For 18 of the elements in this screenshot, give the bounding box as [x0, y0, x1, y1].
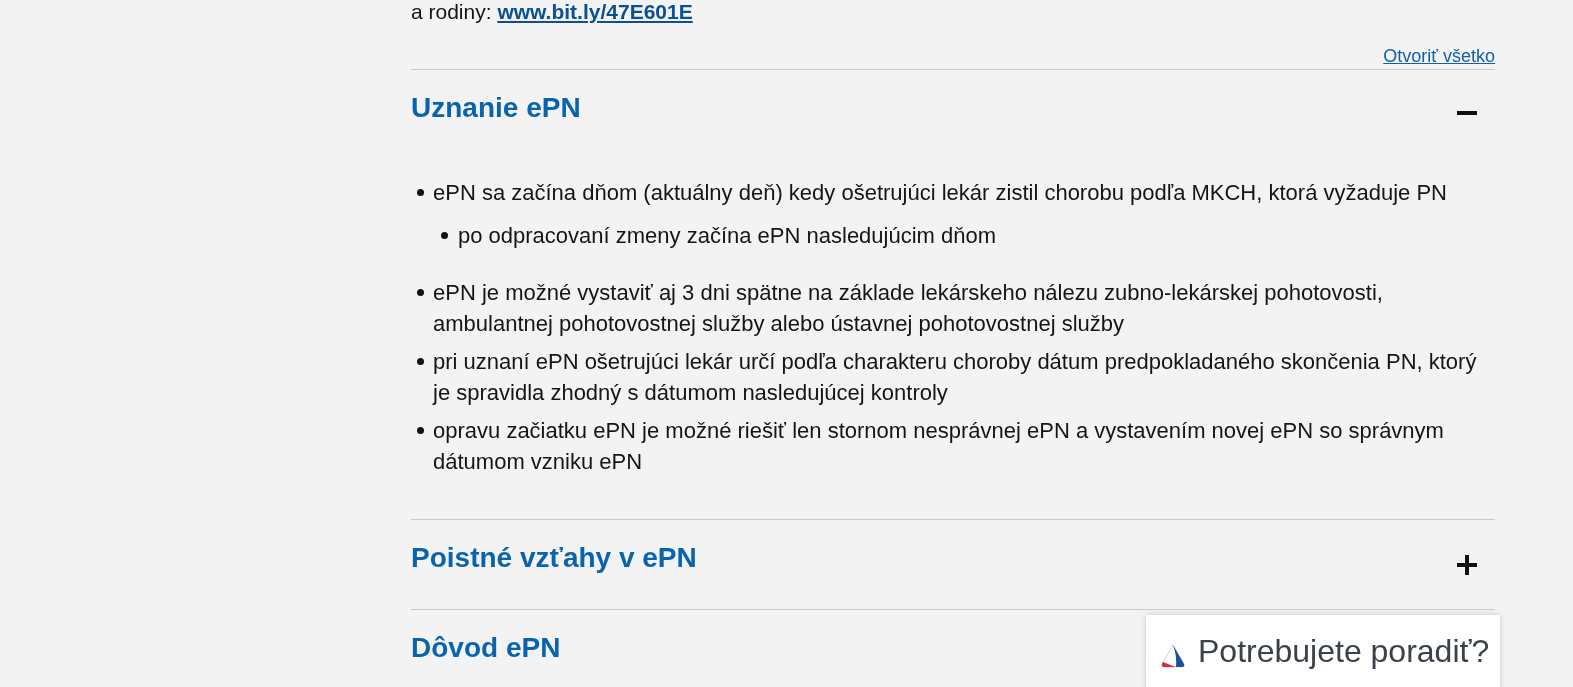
help-chat-label: Potrebujete poradiť?	[1198, 632, 1490, 670]
list-item-text: po odpracovaní zmeny začína ePN nasledujúcim dňom	[458, 222, 997, 250]
accordion-title[interactable]: Poistné vzťahy v ePN	[411, 540, 697, 576]
bullet-icon	[441, 232, 448, 239]
bullet-icon	[417, 427, 424, 434]
intro-text: a rodiny: www.bit.ly/47E601E	[411, 0, 694, 24]
bullet-icon	[417, 358, 424, 365]
plus-icon[interactable]	[1457, 555, 1477, 575]
list-item-text: opravu začiatku ePN je možné riešiť len stornom nesprávnej ePN a vystavením novej ePN so správnym dátumom vzniku ePN	[433, 417, 1445, 476]
help-chat-button[interactable]: Potrebujete poradiť?	[1146, 615, 1500, 687]
bullet-icon	[417, 289, 424, 296]
bullet-icon	[417, 189, 424, 196]
link[interactable]: www.bit.ly/47E601E	[497, 0, 693, 23]
accordion-title[interactable]: Uznanie ePN	[411, 90, 581, 126]
accordion-title[interactable]: Dôvod ePN	[411, 630, 561, 666]
open-all-link[interactable]: Otvoriť všetko	[1383, 44, 1495, 69]
triangle-logo-icon	[1160, 644, 1186, 668]
list-item-text: ePN sa začína dňom (aktuálny deň) kedy ošetrujúci lekár zistil chorobu podľa MKCH, ktorá vyžaduje PN	[433, 179, 1447, 207]
